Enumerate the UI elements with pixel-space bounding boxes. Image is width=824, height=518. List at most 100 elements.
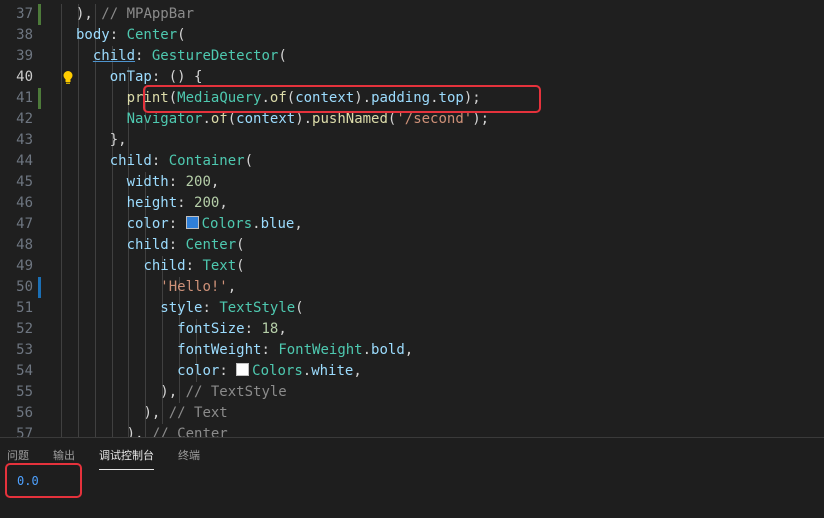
tab-terminal[interactable]: 终端 xyxy=(178,449,200,469)
code-token: '/second' xyxy=(396,111,473,127)
code-line[interactable]: 43}, xyxy=(0,130,824,151)
code-text: 'Hello!', xyxy=(160,277,236,298)
code-line[interactable]: 55), // TextStyle xyxy=(0,382,824,403)
code-text: ), // TextStyle xyxy=(160,382,286,403)
code-line[interactable]: 51 style: TextStyle( xyxy=(0,298,824,319)
code-token: Center xyxy=(185,237,237,253)
code-token: , xyxy=(353,363,362,379)
code-line[interactable]: 54 color: Colors.white, xyxy=(0,361,824,382)
code-token: Text xyxy=(202,258,237,274)
code-token: FontWeight xyxy=(278,342,363,358)
code-line[interactable]: 48 child: Center( xyxy=(0,235,824,256)
code-token: ( xyxy=(236,237,245,253)
line-number: 39 xyxy=(16,48,33,64)
code-token: ( xyxy=(227,111,237,127)
git-change-marker[interactable] xyxy=(38,88,41,109)
line-number: 56 xyxy=(16,405,33,421)
code-token: child xyxy=(126,237,169,253)
line-number: 47 xyxy=(16,216,33,232)
code-token: // Center xyxy=(151,426,228,437)
code-token: ). xyxy=(295,111,313,127)
code-line[interactable]: 53 fontWeight: FontWeight.bold, xyxy=(0,340,824,361)
code-token: style xyxy=(160,300,203,316)
code-line[interactable]: 52 fontSize: 18, xyxy=(0,319,824,340)
code-token: ( xyxy=(295,300,304,316)
code-line[interactable]: 56), // Text xyxy=(0,403,824,424)
code-token: , xyxy=(404,342,414,358)
code-line[interactable]: 46 height: 200, xyxy=(0,193,824,214)
code-token: : () { xyxy=(151,69,203,85)
code-line[interactable]: 49 child: Text( xyxy=(0,256,824,277)
code-token: , xyxy=(294,216,303,232)
git-change-marker[interactable] xyxy=(38,277,41,298)
code-token: child xyxy=(143,258,186,274)
code-token: Navigator xyxy=(126,111,203,127)
line-number: 55 xyxy=(16,384,33,400)
color-swatch[interactable] xyxy=(185,216,199,229)
line-number: 51 xyxy=(16,300,33,316)
code-token: context xyxy=(236,111,296,127)
code-text: ), // Center xyxy=(127,424,228,437)
code-line[interactable]: 45 width: 200, xyxy=(0,172,824,193)
code-token: : xyxy=(109,27,127,43)
code-text: child: Container( xyxy=(110,151,253,172)
code-editor[interactable]: 37), // MPAppBar 38 body: Center(39 child: … xyxy=(0,0,824,437)
code-token: }, xyxy=(109,132,127,148)
color-swatch[interactable] xyxy=(236,363,250,376)
code-text: child: GestureDetector( xyxy=(93,46,287,67)
code-token: height xyxy=(126,195,178,211)
code-token: : xyxy=(135,48,152,64)
code-token: bold xyxy=(371,342,405,358)
code-token: TextStyle xyxy=(219,300,296,316)
code-token: ( xyxy=(236,258,245,274)
code-line[interactable]: 38 body: Center( xyxy=(0,25,824,46)
code-token: : xyxy=(244,321,262,337)
code-token: . xyxy=(302,363,312,379)
code-token: fontSize xyxy=(177,321,245,337)
code-token: // MPAppBar xyxy=(101,6,195,22)
code-token: width xyxy=(126,174,169,190)
line-number: 45 xyxy=(16,174,33,190)
code-token: ), xyxy=(160,384,186,400)
code-token: ( xyxy=(278,48,287,64)
code-text: ), // MPAppBar xyxy=(76,4,194,25)
code-token: ); xyxy=(472,111,490,127)
code-token: Colors xyxy=(252,363,303,379)
code-token: ), xyxy=(143,405,169,421)
code-line[interactable]: 44 child: Container( xyxy=(0,151,824,172)
code-text: body: Center( xyxy=(76,25,186,46)
code-line[interactable]: 37), // MPAppBar xyxy=(0,4,824,25)
tab-debug-console[interactable]: 调试控制台 xyxy=(99,449,154,470)
code-token: 200 xyxy=(185,174,211,190)
code-text: width: 200, xyxy=(127,172,220,193)
console-output-value: 0.0 xyxy=(17,474,39,488)
code-token: . xyxy=(362,342,372,358)
line-number: 42 xyxy=(16,111,33,127)
code-token: : xyxy=(219,363,237,379)
code-text: fontSize: 18, xyxy=(177,319,287,340)
code-token: onTap xyxy=(109,69,152,85)
git-change-marker[interactable] xyxy=(38,4,41,25)
code-token: : xyxy=(168,216,186,232)
code-token: : xyxy=(185,258,203,274)
code-line[interactable]: 50 'Hello!', xyxy=(0,277,824,298)
code-token: : xyxy=(168,237,186,253)
code-text: style: TextStyle( xyxy=(160,298,303,319)
code-line[interactable]: 47 color: Colors.blue, xyxy=(0,214,824,235)
code-token: of xyxy=(210,111,228,127)
code-token: // Text xyxy=(168,405,228,421)
code-token: pushNamed xyxy=(312,111,388,127)
code-token: 200 xyxy=(194,195,220,211)
code-token: ( xyxy=(177,27,186,43)
code-line[interactable]: 39 child: GestureDetector( xyxy=(0,46,824,67)
code-token: color xyxy=(126,216,169,232)
code-token: ), xyxy=(76,6,102,22)
lightbulb-icon[interactable] xyxy=(62,70,76,85)
code-token: // TextStyle xyxy=(185,384,287,400)
code-line[interactable]: 57 ), // Center xyxy=(0,424,824,437)
code-text: child: Text( xyxy=(143,256,244,277)
code-text: }, xyxy=(110,130,127,151)
code-token: : xyxy=(151,153,169,169)
line-number: 57 xyxy=(16,426,33,437)
line-number: 49 xyxy=(16,258,33,274)
